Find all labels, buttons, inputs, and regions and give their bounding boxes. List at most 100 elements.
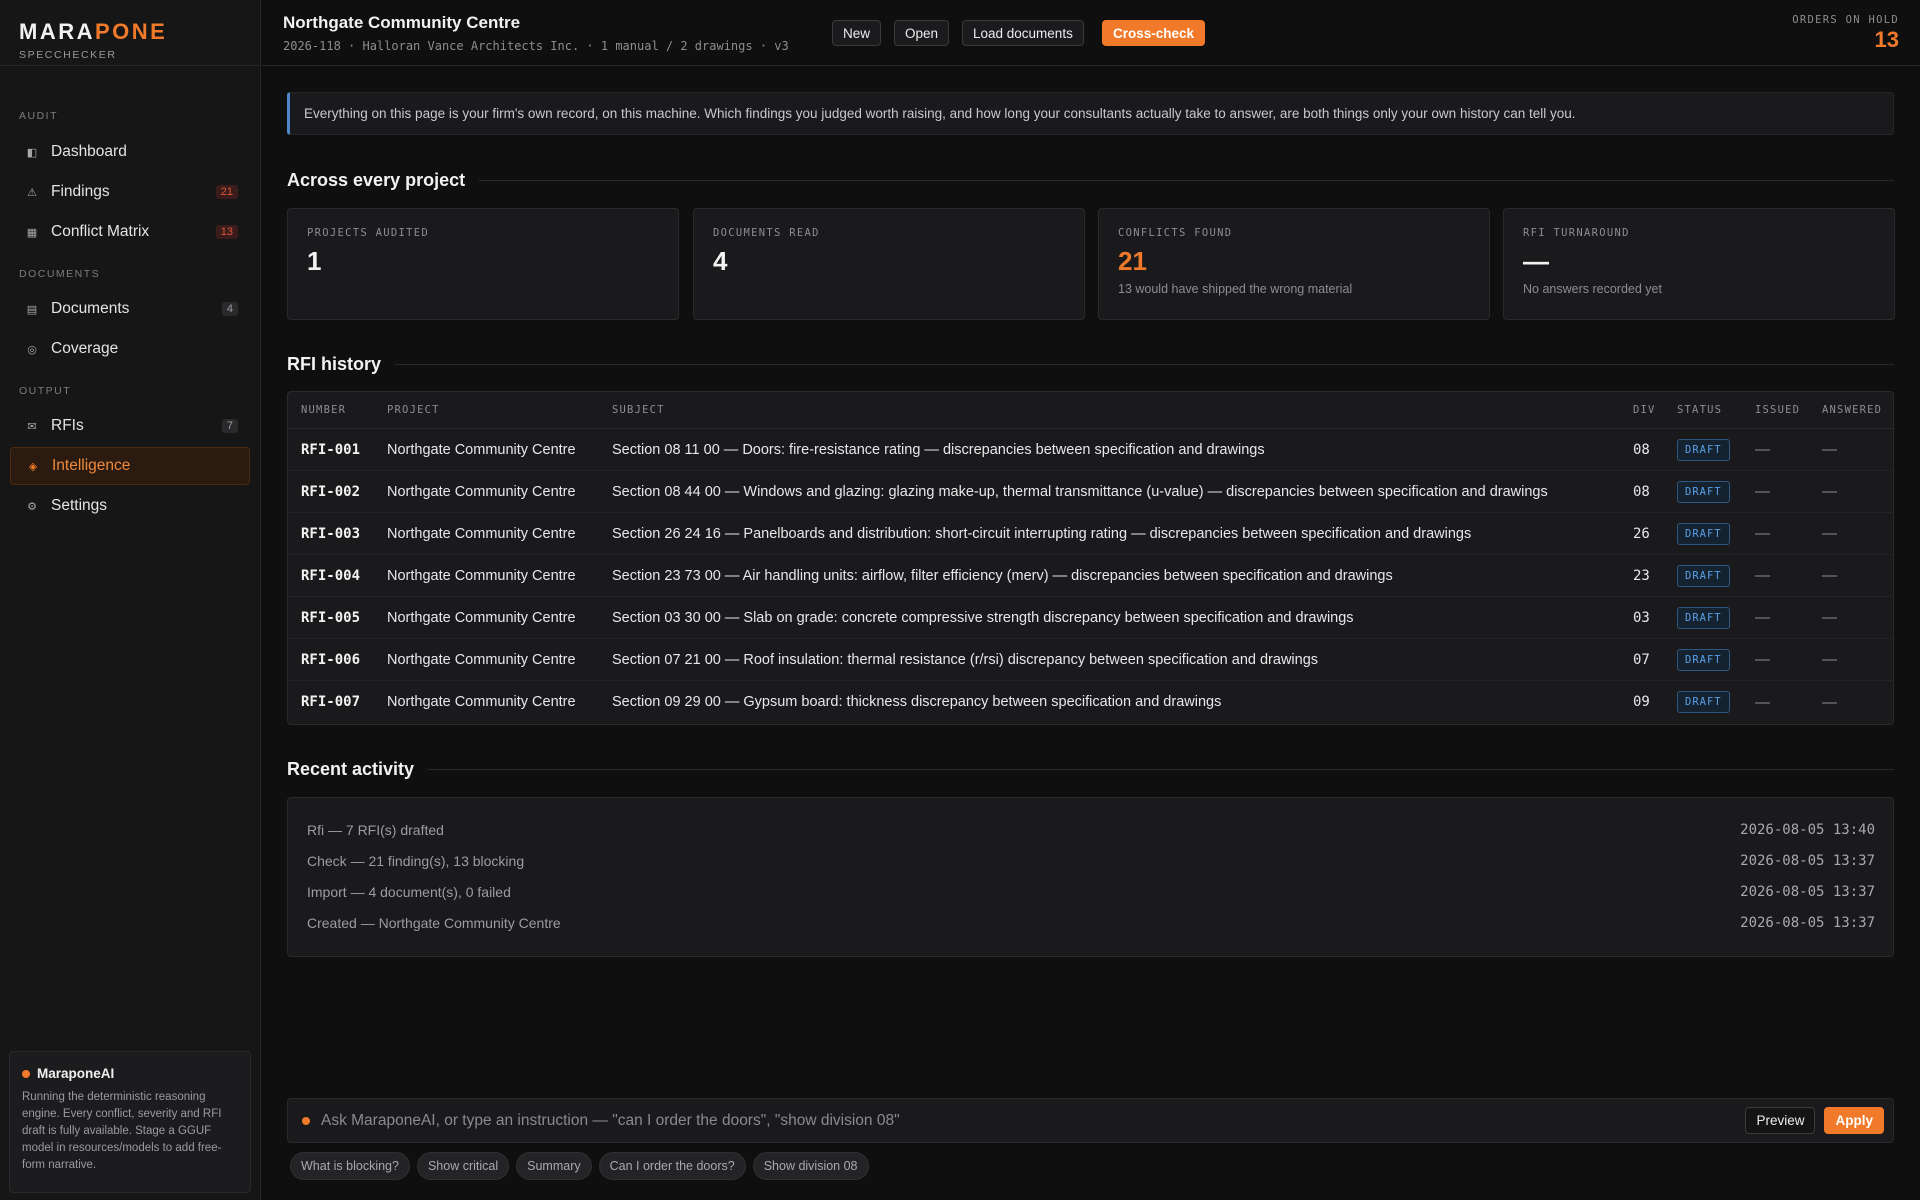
new-button[interactable]: New [832,20,882,46]
rfi-issued: — [1755,651,1770,668]
chip-what-is-blocking[interactable]: What is blocking? [290,1152,410,1180]
stat-card-rfi-turnaround: RFI TURNAROUND — No answers recorded yet [1503,208,1895,320]
activity-list: Rfi — 7 RFI(s) drafted 2026-08-05 13:40 … [287,797,1894,957]
card-note: No answers recorded yet [1523,282,1662,296]
documents-count-badge: 4 [221,302,238,316]
orders-on-hold-label: ORDERS ON HOLD [1792,14,1899,26]
rfi-number: RFI-003 [301,525,361,542]
rfi-project: Northgate Community Centre [387,609,576,626]
cross-check-button[interactable]: Cross-check [1102,20,1206,46]
table-row[interactable]: RFI-002 Northgate Community Centre Secti… [288,471,1893,513]
rfi-number: RFI-002 [301,483,361,500]
sidebar-item-settings[interactable]: ⚙ Settings [10,487,250,525]
list-item: Check — 21 finding(s), 13 blocking 2026-… [307,851,1875,871]
load-documents-button[interactable]: Load documents [962,20,1084,46]
rfi-div: 26 [1633,525,1650,542]
rfi-answered: — [1822,441,1837,458]
sidebar-item-intelligence[interactable]: ◈ Intelligence [10,447,250,485]
ask-input[interactable] [321,1111,1746,1130]
rfi-answered: — [1822,693,1837,711]
col-header-project[interactable]: PROJECT [387,392,440,428]
table-row[interactable]: RFI-006 Northgate Community Centre Secti… [288,639,1893,681]
chip-summary[interactable]: Summary [516,1152,592,1180]
table-row[interactable]: RFI-007 Northgate Community Centre Secti… [288,681,1893,723]
brand-name-accent: PONE [95,19,168,44]
warning-icon: ⚠ [27,186,37,199]
dashboard-icon: ◧ [26,146,38,159]
status-badge: DRAFT [1677,606,1730,629]
brand-subtitle: SPECCHECKER [19,49,117,61]
ai-status-panel: MaraponeAI Running the deterministic rea… [9,1051,251,1193]
info-notice: Everything on this page is your firm's o… [287,92,1894,135]
section-header-activity: Recent activity [287,757,1894,781]
section-header-across: Across every project [287,168,1894,192]
col-header-subject[interactable]: SUBJECT [612,392,665,428]
ai-title: MaraponeAI [22,1066,238,1081]
rfi-status: DRAFT [1677,429,1730,470]
ai-description: Running the deterministic reasoning engi… [22,1091,222,1171]
brand-logo[interactable]: MARAPONE [19,20,241,44]
chip-order-doors[interactable]: Can I order the doors? [598,1152,746,1180]
conflict-count-badge: 13 [215,225,238,239]
table-row[interactable]: RFI-005 Northgate Community Centre Secti… [288,597,1893,639]
col-header-number[interactable]: NUMBER [301,392,346,428]
sidebar-item-label: Intelligence [52,457,131,474]
orders-on-hold-count: 13 [1874,27,1899,52]
chip-show-critical[interactable]: Show critical [416,1152,510,1180]
rfi-issued: — [1755,441,1770,458]
rfi-project: Northgate Community Centre [387,525,576,542]
open-button[interactable]: Open [894,20,950,46]
rfi-subject: Section 07 21 00 — Roof insulation: ther… [612,651,1319,668]
rfi-project: Northgate Community Centre [387,694,576,710]
activity-time: 2026-08-05 13:40 [1740,822,1875,838]
section-header-rfi: RFI history [287,352,1894,376]
chip-show-division-08[interactable]: Show division 08 [752,1152,869,1180]
card-label: PROJECTS AUDITED [307,227,429,239]
stat-card-projects: PROJECTS AUDITED 1 [287,208,679,320]
stat-card-documents: DOCUMENTS READ 4 [693,208,1085,320]
rfi-number: RFI-005 [301,609,361,626]
status-badge: DRAFT [1677,691,1730,713]
rfi-answered: — [1822,525,1837,542]
page-title: Northgate Community Centre [283,13,521,32]
sidebar-item-documents[interactable]: ▤ Documents 4 [10,290,250,328]
sidebar-item-label: Conflict Matrix [51,223,150,240]
rfi-project: Northgate Community Centre [387,483,576,500]
col-header-issued[interactable]: ISSUED [1755,392,1800,428]
activity-text: Created — Northgate Community Centre [307,915,561,931]
rfi-issued: — [1755,483,1770,500]
col-header-answered[interactable]: ANSWERED [1822,392,1882,428]
sidebar-item-dashboard[interactable]: ◧ Dashboard [10,133,250,171]
rfi-answered: — [1822,651,1837,668]
rfi-table: NUMBER PROJECT SUBJECT DIV STATUS ISSUED… [287,391,1894,725]
sidebar-item-label: Findings [51,183,110,200]
card-value: 21 [1118,246,1147,276]
sidebar-item-label: RFIs [51,417,84,434]
table-row[interactable]: RFI-003 Northgate Community Centre Secti… [288,513,1893,555]
rfi-number: RFI-001 [301,441,361,458]
rfi-project: Northgate Community Centre [387,441,576,458]
document-icon: ▤ [26,303,38,316]
coverage-icon: ◎ [27,343,37,356]
sidebar-item-conflict-matrix[interactable]: ▦ Conflict Matrix 13 [10,213,250,251]
sidebar-item-label: Settings [51,497,108,514]
preview-button[interactable]: Preview [1745,1107,1816,1134]
apply-button[interactable]: Apply [1824,1107,1884,1134]
table-row[interactable]: RFI-001 Northgate Community Centre Secti… [288,429,1893,471]
list-item: Rfi — 7 RFI(s) drafted 2026-08-05 13:40 [307,820,1875,840]
table-row[interactable]: RFI-004 Northgate Community Centre Secti… [288,555,1893,597]
rfi-div: 09 [1633,694,1650,710]
sidebar-item-findings[interactable]: ⚠ Findings 21 [10,173,250,211]
sidebar-item-coverage[interactable]: ◎ Coverage [10,330,250,368]
divider [479,179,1894,181]
activity-text: Rfi — 7 RFI(s) drafted [307,822,444,838]
stat-card-conflicts: CONFLICTS FOUND 21 13 would have shipped… [1098,208,1490,320]
mail-icon: ✉ [27,420,37,433]
col-header-status[interactable]: STATUS [1677,392,1722,428]
sidebar-item-rfis[interactable]: ✉ RFIs 7 [10,407,250,445]
col-header-div[interactable]: DIV [1633,392,1656,428]
activity-time: 2026-08-05 13:37 [1740,884,1875,900]
rfi-status: DRAFT [1677,471,1730,512]
section-title: Recent activity [287,758,415,779]
rfi-status: DRAFT [1677,513,1730,554]
